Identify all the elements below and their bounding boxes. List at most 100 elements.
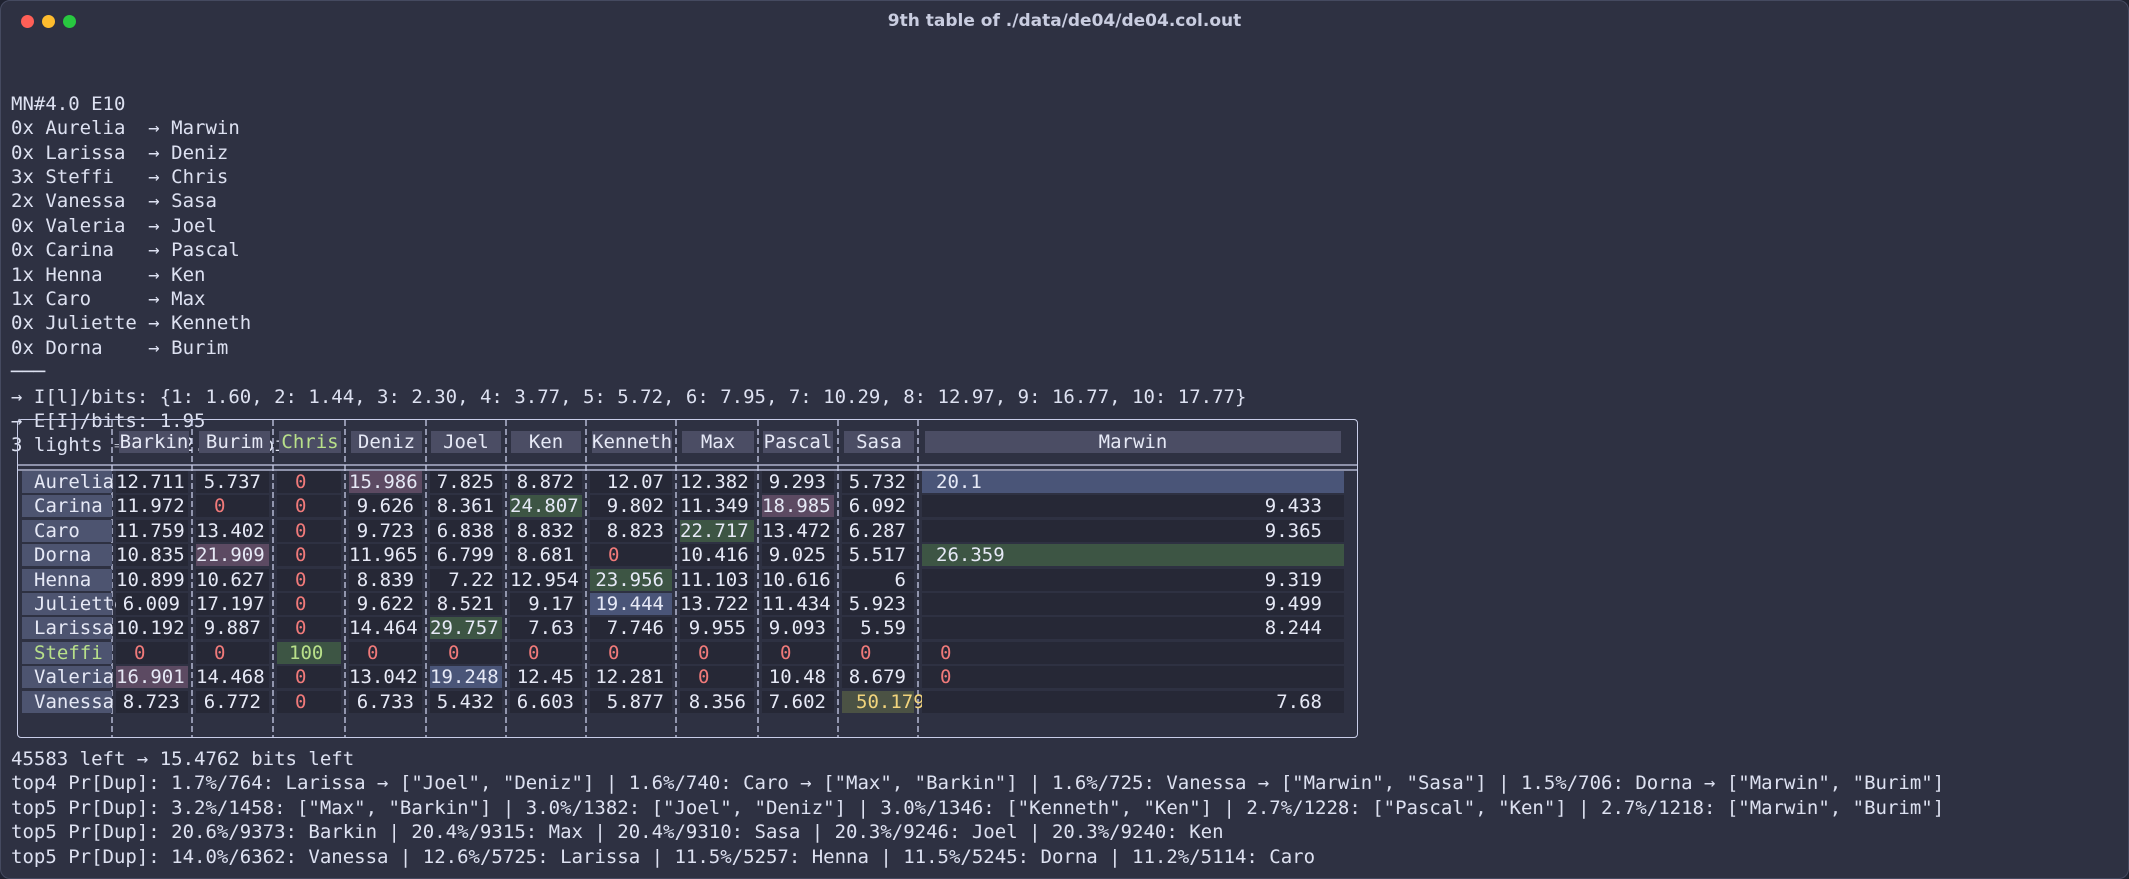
column-header: Deniz [351, 431, 422, 453]
output-line: 2x Vanessa → Sasa [11, 190, 217, 213]
row-label: Steffi [22, 641, 112, 664]
table-cell: 8.679 [842, 666, 914, 689]
table-cell: 9.17 [510, 593, 582, 615]
table-cell: 0 [762, 641, 834, 664]
table-cell: 8.681 [510, 544, 582, 567]
column-header: Ken [511, 431, 581, 453]
row-label: Dorna [22, 544, 112, 567]
table-cell: 50.179 [842, 690, 925, 713]
table-cell: 6.092 [842, 495, 914, 518]
table-cell: 6.799 [430, 544, 502, 567]
table-cell: 11.965 [349, 544, 422, 567]
table-cell: 7.746 [590, 617, 672, 640]
output-line: 0x Aurelia → Marwin [11, 117, 240, 140]
table-cell: 5.737 [196, 471, 269, 493]
table-cell: 8.872 [510, 471, 582, 493]
table-cell: 8.244 [922, 617, 1344, 640]
table-cell: 0 [277, 519, 341, 542]
table-cell: 12.711 [116, 471, 188, 493]
table-cell: 8.521 [430, 593, 502, 615]
table-cell: 0 [196, 495, 269, 518]
column-header: Max [682, 431, 754, 453]
table-cell: 5.877 [590, 690, 672, 713]
table-cell: 22.717 [680, 519, 754, 542]
footer-line: 45583 left → 15.4762 bits left [11, 748, 355, 770]
table-cell: 7.602 [762, 690, 834, 713]
output-line: MN#4.0 E10 [11, 92, 126, 115]
table-cell: 0 [349, 641, 422, 664]
table-cell: 12.07 [590, 471, 672, 493]
table-cell: 11.759 [116, 519, 188, 542]
table-cell: 0 [590, 641, 672, 664]
row-label: Caro [22, 519, 112, 542]
table-cell: 10.899 [116, 568, 188, 591]
title-bar: 9th table of ./data/de04/de04.col.out [1, 1, 2128, 41]
table-cell: 10.835 [116, 544, 188, 567]
table-cell: 9.622 [349, 593, 422, 615]
table-cell: 0 [842, 641, 914, 664]
table-cell: 9.626 [349, 495, 422, 518]
row-label: Valeria [22, 666, 114, 689]
output-line: 1x Henna → Ken [11, 263, 206, 286]
table-cell: 12.954 [510, 568, 582, 591]
table-cell: 0 [277, 593, 341, 615]
table-cell: 0 [116, 641, 188, 664]
output-line: 0x Carina → Pascal [11, 239, 240, 262]
table-cell: 8.361 [430, 495, 502, 518]
table-cell: 12.281 [590, 666, 672, 689]
table-cell: 5.517 [842, 544, 914, 567]
table-cell: 15.986 [349, 471, 422, 493]
table-cell: 29.757 [430, 617, 502, 640]
table-cell: 5.432 [430, 690, 502, 713]
table-cell: 12.382 [680, 471, 754, 493]
table-cell: 100 [277, 641, 341, 664]
table-cell: 14.464 [349, 617, 422, 640]
column-header: Barkin [119, 431, 189, 453]
table-cell: 7.63 [510, 617, 582, 640]
table-cell: 11.434 [762, 593, 834, 615]
table-cell: 7.825 [430, 471, 502, 493]
table-cell: 8.723 [116, 690, 188, 713]
table-cell: 24.807 [510, 495, 582, 518]
table-cell: 9.723 [349, 519, 422, 542]
row-label: Larissa [22, 617, 114, 640]
output-line: ─── [11, 361, 46, 384]
row-label: Vanessa [22, 690, 114, 713]
table-cell: 20.1 [922, 471, 1344, 493]
probability-table: Barkin Burim Chris Deniz Joel Ken Kenneth Max Pa… [17, 419, 1358, 738]
table-cell: 5.732 [842, 471, 914, 493]
table-cell: 23.956 [590, 568, 672, 591]
table-cell: 0 [590, 544, 672, 567]
table-cell: 5.923 [842, 593, 914, 615]
table-cell: 10.192 [116, 617, 188, 640]
footer-line: top5 Pr[Dup]: 3.2%/1458: ["Max", "Barkin… [11, 796, 1945, 819]
table-cell: 19.444 [590, 593, 672, 615]
table-cell: 14.468 [196, 666, 269, 689]
terminal-window: 9th table of ./data/de04/de04.col.out MN… [0, 0, 2129, 879]
table-cell: 16.901 [116, 666, 188, 689]
footer-output: 45583 left → 15.4762 bits left top4 Pr[Du… [11, 747, 1944, 869]
table-cell: 6 [842, 568, 914, 591]
window-title: 9th table of ./data/de04/de04.col.out [887, 11, 1242, 31]
output-line: → I[l]/bits: {1: 1.60, 2: 1.44, 3: 2.30,… [11, 385, 1247, 408]
table-cell: 9.319 [922, 568, 1344, 591]
table-cell: 9.093 [762, 617, 834, 640]
table-cell: 9.955 [680, 617, 754, 640]
column-header: Kenneth [592, 431, 673, 453]
table-cell: 0 [510, 641, 582, 664]
table-cell: 0 [680, 641, 754, 664]
row-label: Henna [22, 568, 112, 591]
table-cell: 6.838 [430, 519, 502, 542]
column-header: Joel [431, 431, 501, 453]
column-header: Pascal [763, 431, 833, 453]
table-cell: 13.472 [762, 519, 834, 542]
table-cell: 17.197 [196, 593, 269, 615]
output-line: 0x Valeria → Joel [11, 214, 217, 237]
column-header: Burim [199, 431, 270, 453]
table-cell: 0 [277, 495, 341, 518]
table-cell: 0 [922, 641, 1344, 664]
table-cell: 0 [277, 617, 341, 640]
table-cell: 19.248 [430, 666, 502, 689]
table-cell: 0 [277, 690, 341, 713]
footer-line: top4 Pr[Dup]: 1.7%/764: Larissa → ["Joel… [11, 772, 1945, 795]
